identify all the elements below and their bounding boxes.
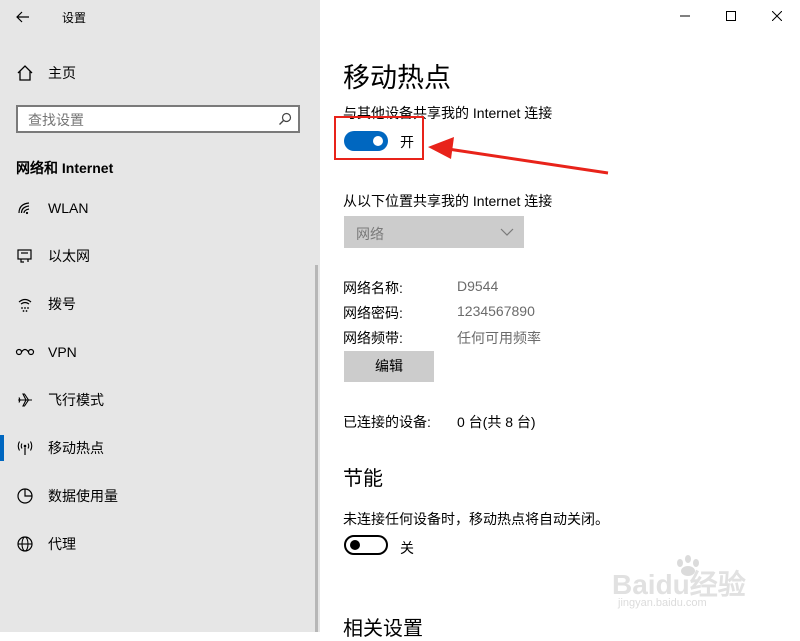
- annotation-highlight-box: [334, 116, 424, 160]
- power-description: 未连接任何设备时，移动热点将自动关闭。: [343, 511, 609, 527]
- power-section-title: 节能: [343, 468, 383, 490]
- related-settings-title: 相关设置: [343, 618, 423, 640]
- dialup-icon: [14, 293, 36, 315]
- back-button[interactable]: [6, 2, 40, 32]
- search-box[interactable]: [16, 105, 300, 133]
- sidebar-item-label: WLAN: [48, 200, 89, 216]
- sidebar-item-label: 主页: [48, 65, 76, 81]
- sidebar-item-mobile-hotspot[interactable]: 移动热点: [0, 428, 320, 468]
- section-title: 网络和 Internet: [16, 160, 114, 176]
- power-toggle-state: 关: [400, 540, 414, 556]
- airplane-icon: [14, 389, 36, 411]
- connected-value: 0 台(共 8 台): [457, 414, 536, 430]
- sidebar-item-home[interactable]: 主页: [0, 53, 320, 93]
- share-from-select[interactable]: 网络: [344, 216, 524, 248]
- prop-key-password: 网络密码:: [343, 305, 403, 321]
- sidebar-item-data-usage[interactable]: 数据使用量: [0, 476, 320, 516]
- sidebar-item-label: 飞行模式: [48, 392, 104, 408]
- wifi-icon: [14, 197, 36, 219]
- watermark-url: jingyan.baidu.com: [618, 597, 707, 609]
- minimize-icon: [680, 15, 690, 17]
- search-icon[interactable]: [278, 112, 292, 126]
- share-from-label: 从以下位置共享我的 Internet 连接: [343, 193, 553, 209]
- search-input[interactable]: [26, 110, 270, 130]
- prop-value-band: 任何可用频率: [457, 330, 541, 346]
- globe-icon: [14, 533, 36, 555]
- page-title: 移动热点: [343, 63, 451, 93]
- sidebar-item-ethernet[interactable]: 以太网: [0, 236, 320, 276]
- prop-value-network-name: D9544: [457, 278, 499, 294]
- back-arrow-icon: [16, 11, 29, 23]
- baidu-watermark: Baidu经验 jingyan.baidu.com: [612, 555, 782, 615]
- sidebar-item-proxy[interactable]: 代理: [0, 524, 320, 564]
- data-usage-icon: [14, 485, 36, 507]
- window-title: 设置: [62, 11, 87, 25]
- prop-key-band: 网络频带:: [343, 330, 403, 346]
- edit-button[interactable]: 编辑: [344, 351, 434, 382]
- sidebar-item-label: 数据使用量: [48, 488, 118, 504]
- sidebar-item-airplane[interactable]: 飞行模式: [0, 380, 320, 420]
- sidebar: 设置 主页 网络和 Internet WLAN 以太网 拨号 VPN: [0, 0, 320, 632]
- share-from-value: 网络: [356, 226, 384, 242]
- sidebar-item-label: 移动热点: [48, 440, 104, 456]
- sidebar-item-vpn[interactable]: VPN: [0, 332, 320, 372]
- home-icon: [14, 62, 36, 84]
- close-icon: [772, 11, 782, 21]
- power-toggle[interactable]: [344, 535, 388, 555]
- connected-label: 已连接的设备:: [343, 414, 431, 430]
- prop-value-password: 1234567890: [457, 303, 535, 319]
- maximize-icon: [726, 11, 736, 21]
- sidebar-item-wlan[interactable]: WLAN: [0, 188, 320, 228]
- minimize-button[interactable]: [662, 0, 708, 32]
- close-button[interactable]: [754, 0, 800, 32]
- prop-key-network-name: 网络名称:: [343, 280, 403, 296]
- power-toggle-row[interactable]: 关: [344, 535, 424, 557]
- sidebar-item-label: 拨号: [48, 296, 76, 312]
- maximize-button[interactable]: [708, 0, 754, 32]
- sidebar-scrollbar[interactable]: [315, 265, 318, 632]
- vpn-icon: [14, 341, 36, 363]
- hotspot-icon: [14, 437, 36, 459]
- chevron-down-icon: [500, 228, 514, 236]
- annotation-arrow: [428, 137, 609, 175]
- sidebar-item-dialup[interactable]: 拨号: [0, 284, 320, 324]
- sidebar-item-label: 代理: [48, 536, 76, 552]
- sidebar-item-label: 以太网: [48, 248, 90, 264]
- ethernet-icon: [14, 245, 36, 267]
- sidebar-item-label: VPN: [48, 344, 77, 360]
